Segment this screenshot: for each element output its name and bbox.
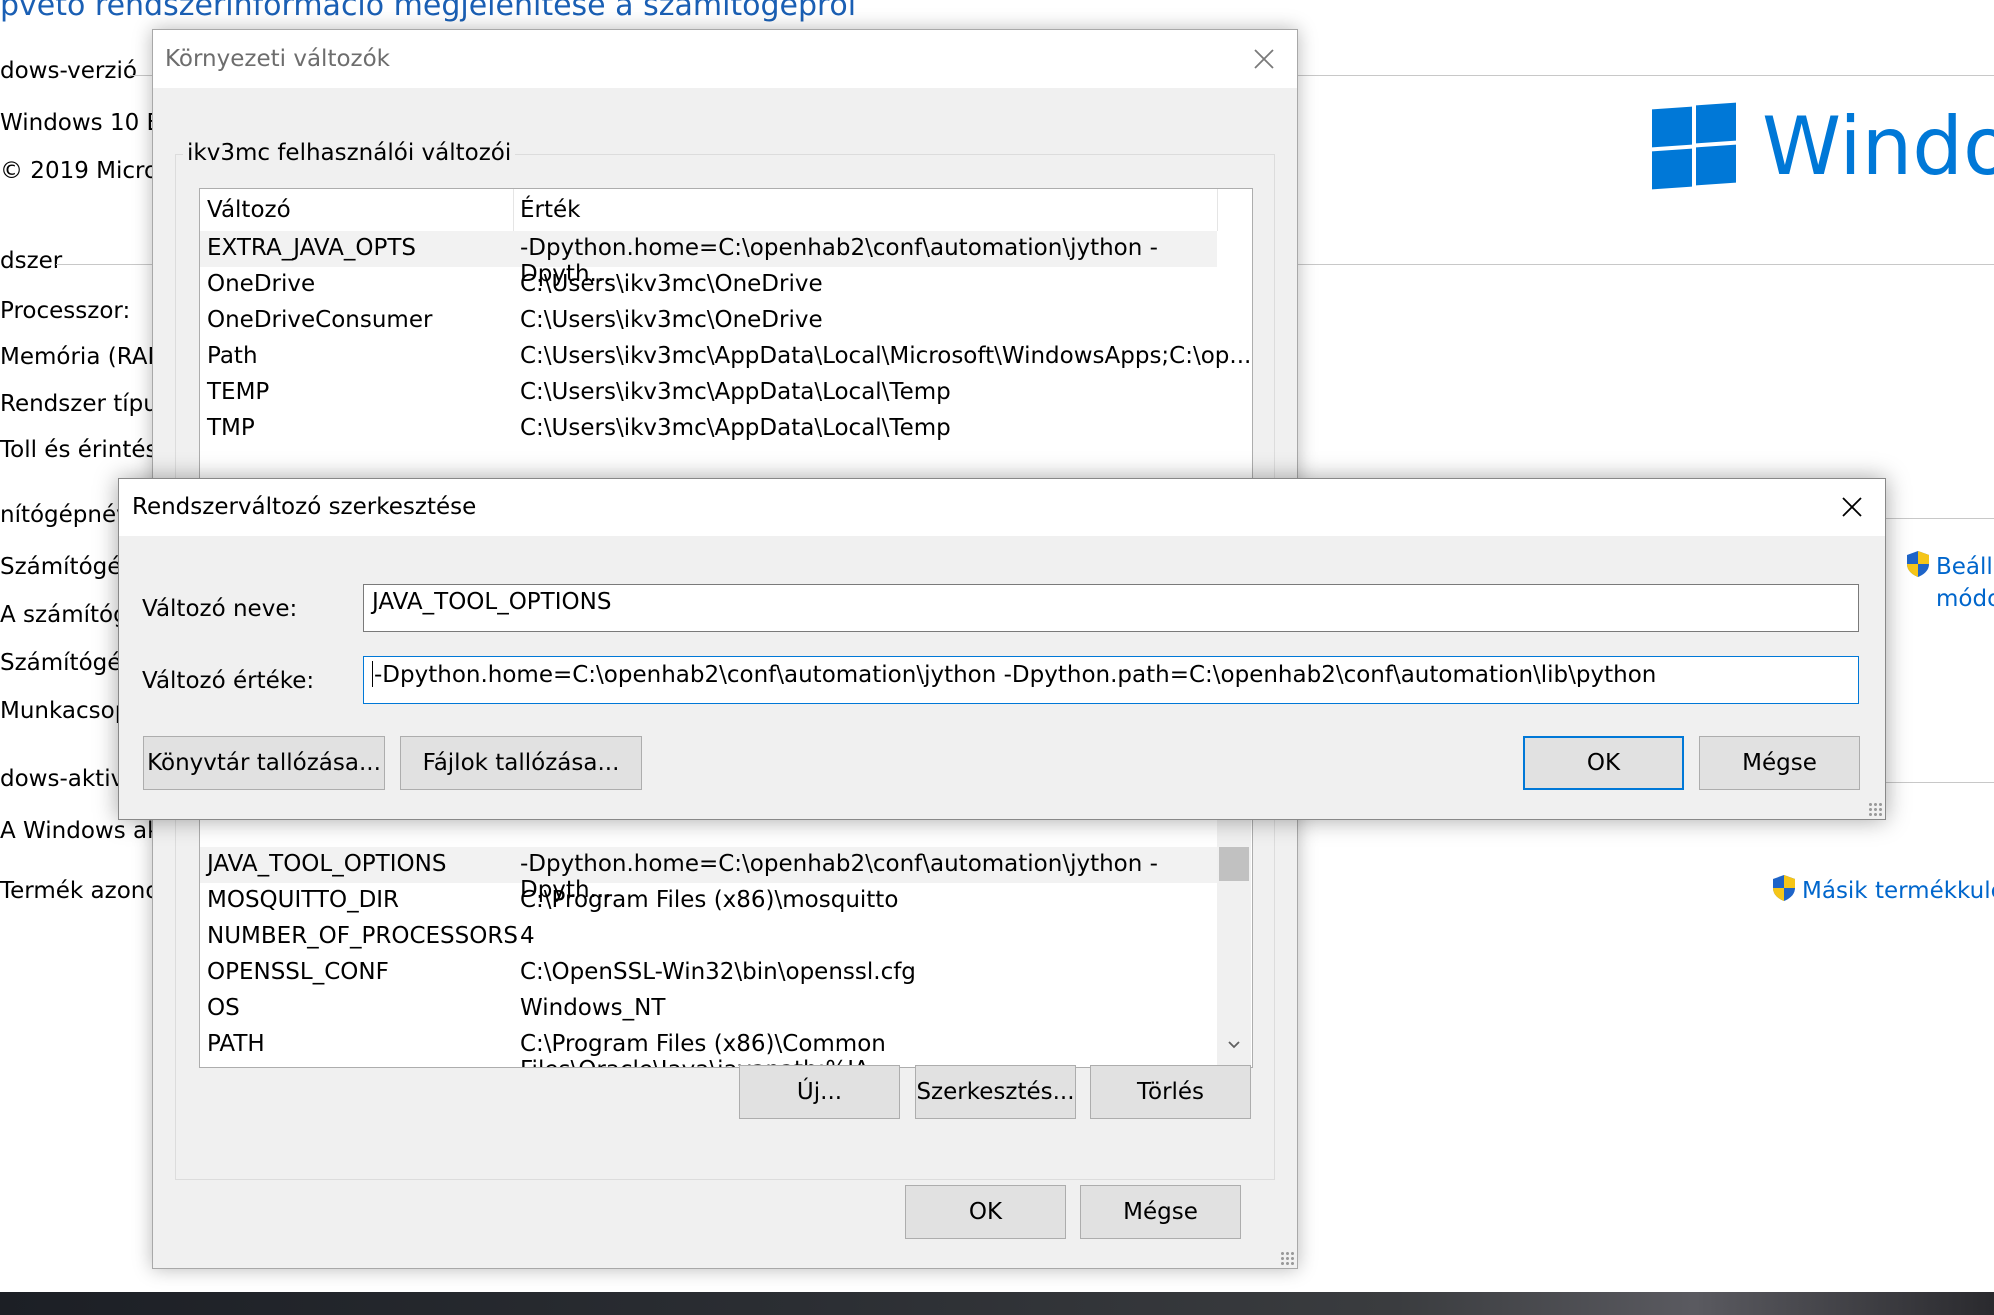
dialog-titlebar: Rendszerváltozó szerkesztése: [119, 479, 1885, 536]
uac-shield-icon: [1907, 551, 1929, 577]
variable-name: Path: [207, 343, 258, 369]
close-icon[interactable]: [1249, 44, 1279, 74]
edit-variable-button[interactable]: Szerkesztés...: [915, 1065, 1076, 1119]
desktop-strip: [0, 1292, 1994, 1315]
variable-value: C:\Users\ikv3mc\AppData\Local\Microsoft\…: [520, 343, 1252, 369]
change-settings-link-line2[interactable]: módo: [1936, 586, 1994, 612]
variable-name: OS: [207, 995, 240, 1021]
text-caret: [372, 661, 373, 687]
system-variables-list[interactable]: JAVA_TOOL_OPTIONS -Dpython.home=C:\openh…: [199, 790, 1253, 1068]
resize-grip[interactable]: [1280, 1251, 1294, 1265]
ok-button[interactable]: OK: [1523, 736, 1684, 790]
cancel-button[interactable]: Mégse: [1699, 736, 1860, 790]
table-row[interactable]: OPENSSL_CONF C:\OpenSSL-Win32\bin\openss…: [200, 955, 1252, 991]
variable-name: OneDrive: [207, 271, 316, 297]
vertical-scrollbar[interactable]: [1217, 791, 1251, 1067]
variable-value: C:\Users\ikv3mc\AppData\Local\Temp: [520, 379, 951, 405]
computer-description-label: Számítógép: [0, 650, 137, 676]
variable-value: 4: [520, 923, 535, 949]
section-windows-edition: dows-verzió: [0, 58, 137, 84]
dialog-title: Környezeti változók: [165, 46, 390, 72]
column-separator[interactable]: [513, 189, 514, 231]
processor-label: Processzor:: [0, 298, 131, 324]
memory-label: Memória (RAM: [0, 344, 168, 370]
variable-name: PATH: [207, 1031, 265, 1057]
variable-name: TMP: [207, 415, 255, 441]
variable-value: Windows_NT: [520, 995, 666, 1021]
windows-logo-text: Window: [1762, 100, 1994, 193]
variable-value-text: -Dpython.home=C:\openhab2\conf\automatio…: [374, 662, 1657, 688]
user-variables-label: ikv3mc felhasználói változói: [183, 140, 516, 166]
variable-name: TEMP: [207, 379, 270, 405]
variable-name-value: JAVA_TOOL_OPTIONS: [372, 589, 612, 615]
table-row[interactable]: NUMBER_OF_PROCESSORS 4: [200, 919, 1252, 955]
pen-touch-label: Toll és érintés:: [0, 437, 166, 463]
close-icon[interactable]: [1837, 492, 1867, 522]
divider: [1884, 782, 1994, 783]
table-row[interactable]: JAVA_TOOL_OPTIONS -Dpython.home=C:\openh…: [200, 847, 1217, 903]
table-row[interactable]: EXTRA_JAVA_OPTS -Dpython.home=C:\openhab…: [200, 231, 1217, 287]
dialog-titlebar: Környezeti változók: [153, 30, 1297, 88]
variable-value: C:\Program Files (x86)\Common Files\Orac…: [520, 1031, 891, 1067]
table-row[interactable]: TMP C:\Users\ikv3mc\AppData\Local\Temp: [200, 411, 1252, 447]
scroll-down-icon[interactable]: [1226, 1037, 1242, 1053]
scrollbar-thumb[interactable]: [1219, 847, 1249, 881]
table-row[interactable]: OneDrive C:\Users\ikv3mc\OneDrive: [200, 267, 1252, 303]
table-row[interactable]: PATH C:\Program Files (x86)\Common Files…: [200, 1027, 1252, 1067]
ok-button[interactable]: OK: [905, 1185, 1066, 1239]
table-row[interactable]: TEMP C:\Users\ikv3mc\AppData\Local\Temp: [200, 375, 1252, 411]
resize-grip[interactable]: [1868, 802, 1882, 816]
column-header-name[interactable]: Változó: [207, 197, 291, 223]
table-row[interactable]: MOSQUITTO_DIR C:\Program Files (x86)\mos…: [200, 883, 1252, 919]
change-settings-link[interactable]: Beállí: [1936, 554, 1994, 580]
variable-name: OneDriveConsumer: [207, 307, 433, 333]
workgroup-label: Munkacsop: [0, 698, 130, 724]
variable-value: C:\Users\ikv3mc\AppData\Local\Temp: [520, 415, 951, 441]
table-row[interactable]: Path C:\Users\ikv3mc\AppData\Local\Micro…: [200, 339, 1252, 375]
new-variable-button[interactable]: Új...: [739, 1065, 900, 1119]
section-system: dszer: [0, 248, 63, 274]
change-product-key-link[interactable]: Másik termékkulcs: [1802, 878, 1994, 904]
variable-name: OPENSSL_CONF: [207, 959, 389, 985]
activation-status-label: A Windows akt: [0, 818, 170, 844]
uac-shield-icon: [1773, 875, 1795, 901]
table-row[interactable]: OS Windows_NT: [200, 991, 1252, 1027]
variable-value: C:\Users\ikv3mc\OneDrive: [520, 307, 823, 333]
windows-logo-icon: [1652, 102, 1738, 190]
variable-name-label: Változó neve:: [142, 596, 298, 622]
browse-directory-button[interactable]: Könyvtár tallózása...: [143, 736, 385, 790]
cancel-button[interactable]: Mégse: [1080, 1185, 1241, 1239]
dialog-title: Rendszerváltozó szerkesztése: [132, 494, 477, 520]
product-id-label: Termék azonos: [0, 878, 172, 904]
list-header: Változó Érték: [200, 189, 1252, 231]
variable-name: JAVA_TOOL_OPTIONS: [207, 851, 447, 877]
column-separator[interactable]: [1217, 189, 1218, 231]
copyright-text: © 2019 Micros: [0, 158, 171, 184]
computer-name-label: Számítógép: [0, 554, 137, 580]
variable-value: C:\Program Files (x86)\mosquitto: [520, 887, 899, 913]
variable-value-label: Változó értéke:: [142, 668, 315, 694]
browse-files-button[interactable]: Fájlok tallózása...: [400, 736, 642, 790]
page-title: pvető rendszerinformáció megjelenítése a…: [0, 0, 857, 23]
variable-name: NUMBER_OF_PROCESSORS: [207, 923, 518, 949]
variable-value: C:\Users\ikv3mc\OneDrive: [520, 271, 823, 297]
windows-edition-value: Windows 10 Er: [0, 110, 171, 136]
variable-name: MOSQUITTO_DIR: [207, 887, 400, 913]
variable-value-field[interactable]: -Dpython.home=C:\openhab2\conf\automatio…: [363, 656, 1859, 704]
divider: [1884, 518, 1994, 519]
system-type-label: Rendszer típus: [0, 391, 170, 417]
column-header-value[interactable]: Érték: [520, 197, 580, 223]
edit-system-variable-dialog: Rendszerváltozó szerkesztése Változó nev…: [118, 478, 1886, 820]
delete-variable-button[interactable]: Törlés: [1090, 1065, 1251, 1119]
user-variables-list[interactable]: Változó Érték EXTRA_JAVA_OPTS -Dpython.h…: [199, 188, 1253, 516]
section-computer-name: nítógépnév: [0, 502, 130, 528]
table-row[interactable]: OneDriveConsumer C:\Users\ikv3mc\OneDriv…: [200, 303, 1252, 339]
variable-name-field[interactable]: JAVA_TOOL_OPTIONS: [363, 584, 1859, 632]
variable-name: EXTRA_JAVA_OPTS: [207, 235, 416, 261]
variable-value: C:\OpenSSL-Win32\bin\openssl.cfg: [520, 959, 916, 985]
